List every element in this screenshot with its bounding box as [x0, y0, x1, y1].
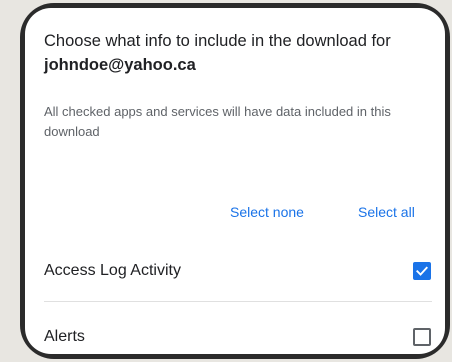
- checkmark-icon: [416, 266, 428, 276]
- service-row-access-log-activity[interactable]: Access Log Activity: [44, 251, 432, 291]
- dialog-title: Choose what info to include in the downl…: [44, 29, 439, 77]
- dialog-description: All checked apps and services will have …: [44, 104, 391, 139]
- select-none-link[interactable]: Select none: [230, 204, 304, 220]
- access-log-activity-checkbox[interactable]: [413, 262, 431, 280]
- service-label: Alerts: [44, 328, 85, 345]
- row-divider: [44, 301, 432, 302]
- download-options-screen: Choose what info to include in the downl…: [25, 8, 445, 354]
- account-email: johndoe@yahoo.ca: [44, 56, 196, 74]
- alerts-checkbox[interactable]: [413, 328, 431, 346]
- service-row-alerts[interactable]: Alerts: [44, 317, 432, 354]
- select-all-link[interactable]: Select all: [358, 204, 415, 220]
- service-label: Access Log Activity: [44, 262, 181, 279]
- dialog-title-text: Choose what info to include in the downl…: [44, 32, 391, 50]
